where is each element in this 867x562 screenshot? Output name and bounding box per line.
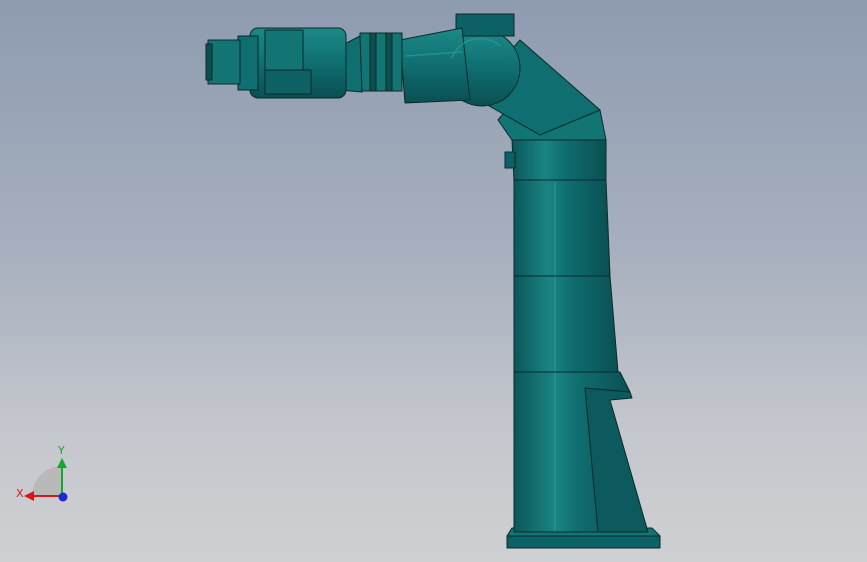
forearm-main	[399, 27, 471, 104]
z-axis-dot	[58, 492, 68, 502]
robot-arm-model[interactable]	[0, 0, 867, 562]
column-middle	[513, 275, 619, 373]
column-top	[511, 139, 607, 181]
forearm-ring-1	[359, 32, 403, 92]
wrist-block	[264, 29, 304, 71]
forearm-ring-2	[369, 32, 377, 92]
column-side-port	[504, 151, 516, 169]
wrist-lower	[264, 69, 312, 95]
y-axis-label: Y	[58, 444, 65, 457]
cad-viewport[interactable]: X Y	[0, 0, 867, 562]
tool-flange	[237, 35, 259, 91]
column-upper	[513, 179, 611, 277]
tool-flange-face	[207, 39, 241, 85]
y-axis-arrow	[57, 458, 67, 468]
x-axis-label: X	[16, 487, 24, 500]
x-axis-arrow	[24, 491, 34, 501]
elbow-cap	[455, 13, 515, 37]
base-plate	[506, 535, 661, 549]
tool-flange-lip	[205, 43, 213, 81]
forearm-ring-3	[385, 32, 393, 92]
triad-plane	[32, 466, 62, 496]
